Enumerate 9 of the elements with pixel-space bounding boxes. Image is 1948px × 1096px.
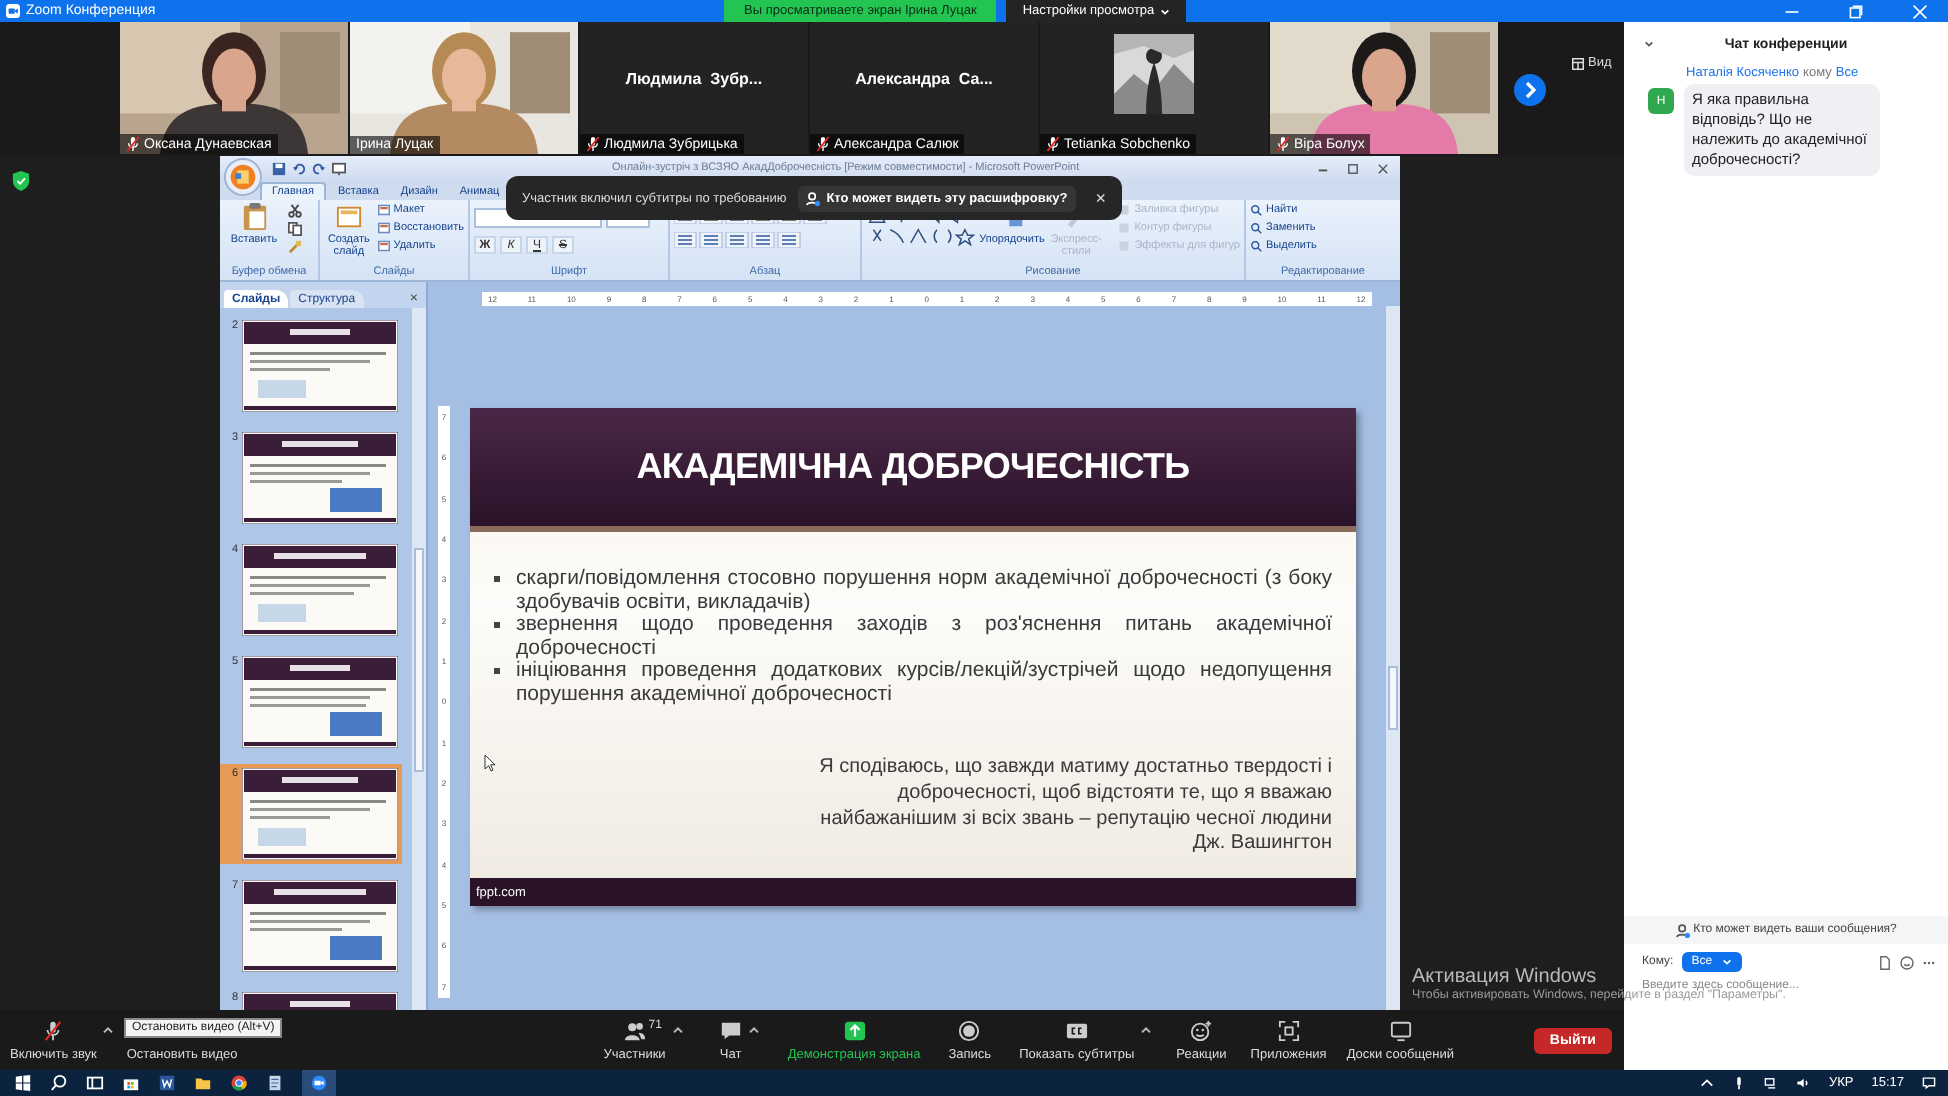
quote-author: Дж. Вашингтон <box>1190 832 1332 854</box>
participant-name: Александра Са... <box>855 69 993 87</box>
quote-text: Я сподіваюсь, що завжди матиму достатньо твердості і доброчесності, щоб відстояти те, що я вважаю найбажанішим зі всіх звань – репутацію чесної людини <box>817 754 1332 832</box>
close-button[interactable]: × <box>1095 188 1106 208</box>
bullet-text: ініціювання проведення додаткових курсів/лекцій/зустрічей щодо недопущення порушення академічної доброчесності <box>516 660 1332 706</box>
activation-title: Активация Windows <box>1412 966 1597 988</box>
bullet-text: скарги/повідомлення стосовно порушення норм академічної доброчесності (з боку здобувачів освіти, викладачів) <box>516 568 1332 614</box>
slide-title: АКАДЕМІЧНА ДОБРОЧЕСНІСТЬ <box>636 446 1190 488</box>
participant-name: Людмила Зубр... <box>625 69 763 87</box>
